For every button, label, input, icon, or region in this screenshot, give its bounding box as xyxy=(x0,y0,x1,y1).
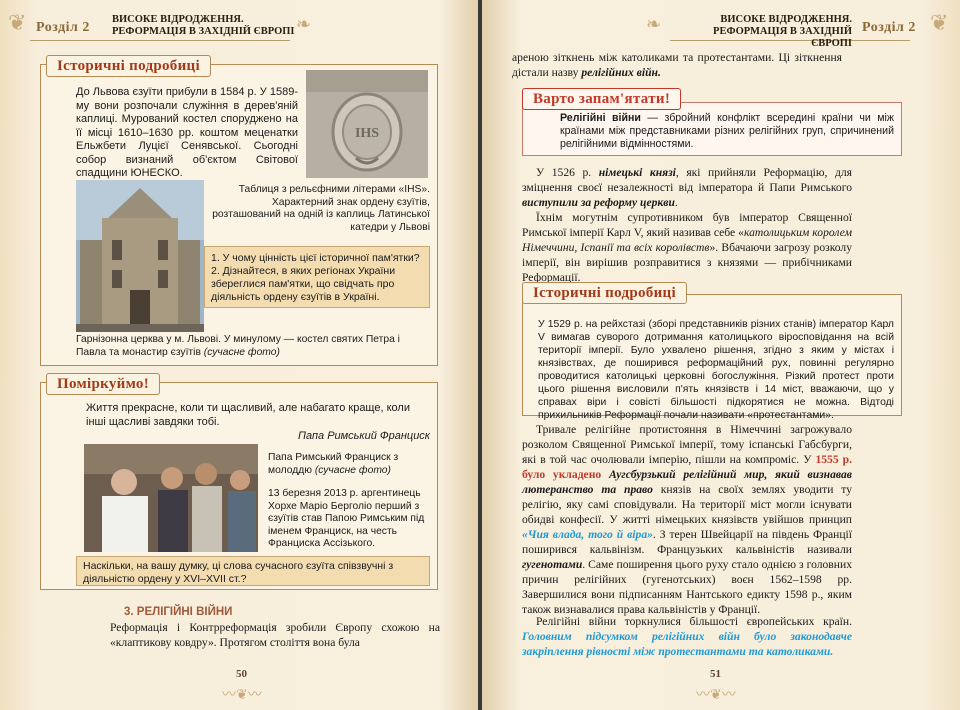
running-head: ВИСОКЕ ВІДРОДЖЕННЯ. РЕФОРМАЦІЯ В ЗАХІДНІ… xyxy=(713,14,852,49)
page-number: 51 xyxy=(710,668,721,680)
page-number: 50 xyxy=(236,668,247,680)
history-questions: 1. У чому цінність цієї історичної пам'я… xyxy=(204,246,430,308)
intro-text: ареною зіткнень між католиками та протес… xyxy=(512,51,842,79)
section-text: Реформація і Контрреформація зробили Євр… xyxy=(110,621,440,649)
historical-details-text: До Львова єзуїти прибули в 1584 р. У 158… xyxy=(76,86,298,179)
historical-details-text: У 1529 р. на рейхстазі (зборі представни… xyxy=(538,319,894,421)
ihs-relief-photo: IHS xyxy=(306,70,428,178)
chapter-label: Розділ 2 xyxy=(36,20,90,35)
remember-tag: Варто запам'ятати! xyxy=(522,88,682,110)
corner-ornament-icon: ❦ xyxy=(8,10,27,35)
quote-author: Папа Римський Франциск xyxy=(298,430,430,442)
header-rule xyxy=(30,40,290,41)
page-ornament-icon: 〰❦〰 xyxy=(222,688,262,703)
paragraph-1: У 1526 р. німецькі князі, які прийняли Р… xyxy=(522,166,852,209)
corner-ornament-icon: ❦ xyxy=(930,10,949,35)
svg-text:IHS: IHS xyxy=(355,126,379,141)
left-page: ❦ Розділ 2 ВИСОКЕ ВІДРОДЖЕННЯ. РЕФОРМАЦІ… xyxy=(0,0,478,710)
right-page: ❧ ВИСОКЕ ВІДРОДЖЕННЯ. РЕФОРМАЦІЯ В ЗАХІД… xyxy=(482,0,960,710)
header-ornament-icon: ❧ xyxy=(646,14,662,34)
paragraph-4: Релігійні війни торкнулися більшості євр… xyxy=(522,615,852,658)
chapter-label: Розділ 2 xyxy=(862,20,916,35)
paragraph-2: Їхнім могутнім супротивником був імперат… xyxy=(522,211,852,284)
think-question: Наскільки, на вашу думку, ці слова сучас… xyxy=(76,556,430,586)
church-caption: Гарнізонна церква у м. Львові. У минулом… xyxy=(76,334,400,358)
pope-with-youth-photo xyxy=(84,444,258,552)
running-head: ВИСОКЕ ВІДРОДЖЕННЯ. РЕФОРМАЦІЯ В ЗАХІДНІ… xyxy=(112,14,295,37)
page-ornament-icon: 〰❦〰 xyxy=(696,688,736,703)
definition: Релігійні війни — збройний конфлікт всер… xyxy=(560,112,894,150)
ihs-caption: Таблиця з рельєфними літерами «IHS». Хар… xyxy=(212,184,430,233)
garrison-church-photo xyxy=(76,180,204,332)
historical-details-tag: Історичні подробиці xyxy=(46,55,211,77)
paragraph-3: Тривале релігійне протистояння в Німеччи… xyxy=(522,423,852,616)
pope-quote: Життя прекрасне, коли ти щасливий, але н… xyxy=(86,402,410,428)
header-ornament-icon: ❧ xyxy=(296,14,312,34)
question-1: 1. У чому цінність цієї історичної пам'я… xyxy=(211,252,420,264)
pope-bio: 13 березня 2013 р. аргентинець Хорхе Мар… xyxy=(268,488,425,550)
question-2: 2. Дізнайтеся, в яких регіонах України з… xyxy=(211,265,396,303)
think-tag: Поміркуймо! xyxy=(46,373,160,395)
pope-photo-caption: Папа Римський Франциск з молоддю (сучасн… xyxy=(268,452,399,476)
section-title: 3. РЕЛІГІЙНІ ВІЙНИ xyxy=(124,606,233,618)
historical-details-tag: Історичні подробиці xyxy=(522,282,687,304)
